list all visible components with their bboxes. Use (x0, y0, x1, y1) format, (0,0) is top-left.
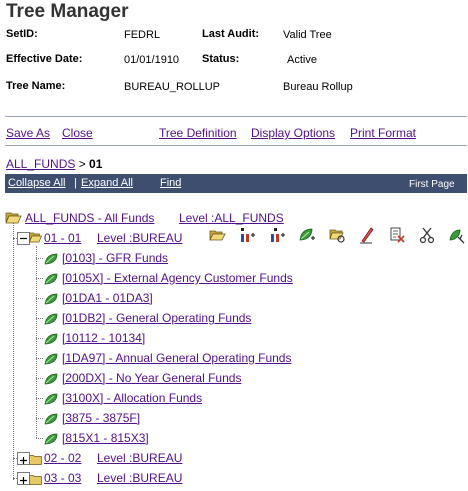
paste-icon[interactable] (448, 226, 466, 244)
detail-range-link[interactable]: [200DX] - No Year General Funds (62, 371, 241, 385)
folder-icon (29, 452, 42, 465)
detail-range-link[interactable]: [10112 - 10134] (62, 331, 145, 345)
bar-divider: | (74, 177, 77, 189)
open-folder-icon (5, 210, 22, 224)
effective-date-value: 01/01/1910 (124, 54, 180, 66)
detail-range-link[interactable]: [01DA1 - 01DA3] (62, 291, 153, 305)
detail-range-link[interactable]: [0103] - GFR Funds (62, 251, 168, 265)
open-folder-icon (28, 230, 43, 243)
last-audit-value: Valid Tree (283, 29, 332, 41)
divider (5, 145, 467, 146)
open-folder-icon[interactable] (208, 226, 226, 244)
expand-all-link[interactable]: Expand All (81, 177, 133, 189)
insert-sibling-icon[interactable] (238, 226, 256, 244)
node-02-link[interactable]: 02 - 02 (44, 451, 81, 465)
node-02-level-link[interactable]: Level :BUREAU (97, 451, 182, 465)
find-node-icon[interactable] (328, 226, 346, 244)
status-value: Active (287, 54, 317, 66)
node-01-level-link[interactable]: Level :BUREAU (97, 231, 182, 245)
node-03-link[interactable]: 03 - 03 (44, 471, 81, 485)
detail-range-link[interactable]: [01DB2] - General Operating Funds (62, 311, 251, 325)
leaf-icon (44, 372, 58, 385)
first-page-label: First Page (409, 179, 455, 190)
leaf-icon (44, 252, 58, 265)
root-node-link[interactable]: ALL_FUNDS - All Funds (25, 211, 154, 225)
leaf-icon (44, 312, 58, 325)
breadcrumb-root-link[interactable]: ALL_FUNDS (6, 157, 75, 171)
leaf-icon (44, 392, 58, 405)
tree-definition-link[interactable]: Tree Definition (159, 126, 237, 140)
detail-range-link[interactable]: [815X1 - 815X3] (62, 431, 149, 445)
detail-range-link[interactable]: [3875 - 3875F] (62, 411, 140, 425)
divider (5, 116, 467, 117)
detail-range-link[interactable]: [3100X] - Allocation Funds (62, 391, 202, 405)
tree-name-label: Tree Name: (6, 80, 66, 92)
tree-navigation-bar: Collapse All | Expand All Find First Pag… (5, 174, 467, 193)
close-link[interactable]: Close (62, 126, 93, 140)
display-options-link[interactable]: Display Options (251, 126, 335, 140)
tree-description: Bureau Rollup (283, 81, 353, 93)
breadcrumb-current: 01 (89, 157, 103, 171)
effective-date-label: Effective Date: (6, 53, 83, 65)
last-audit-label: Last Audit: (202, 28, 260, 40)
print-format-link[interactable]: Print Format (350, 126, 416, 140)
edit-node-icon[interactable] (358, 226, 376, 244)
setid-value: FEDRL (124, 29, 161, 41)
leaf-icon (44, 412, 58, 425)
page-title: Tree Manager (6, 1, 129, 22)
setid-label: SetID: (6, 28, 38, 40)
detail-range-link[interactable]: [0105X] - External Agency Customer Funds (62, 271, 293, 285)
node-01-link[interactable]: 01 - 01 (44, 231, 81, 245)
detail-range-link[interactable]: [1DA97] - Annual General Operating Funds (62, 351, 291, 365)
folder-icon (29, 472, 42, 485)
status-label: Status: (202, 53, 240, 65)
root-level-link[interactable]: Level :ALL_FUNDS (179, 211, 284, 225)
leaf-icon (44, 352, 58, 365)
breadcrumb: ALL_FUNDS > 01 (6, 157, 102, 171)
leaf-icon (44, 432, 58, 445)
insert-child-icon[interactable] (268, 226, 286, 244)
delete-node-icon[interactable] (388, 226, 406, 244)
breadcrumb-separator: > (75, 157, 90, 171)
leaf-icon (44, 332, 58, 345)
node-03-level-link[interactable]: Level :BUREAU (97, 471, 182, 485)
find-link[interactable]: Find (160, 177, 181, 189)
insert-detail-icon[interactable] (298, 226, 316, 244)
tree-name-value: BUREAU_ROLLUP (124, 81, 220, 93)
collapse-all-link[interactable]: Collapse All (8, 177, 65, 189)
leaf-icon (44, 272, 58, 285)
leaf-icon (44, 292, 58, 305)
cut-icon[interactable] (418, 226, 436, 244)
save-as-link[interactable]: Save As (6, 126, 50, 140)
